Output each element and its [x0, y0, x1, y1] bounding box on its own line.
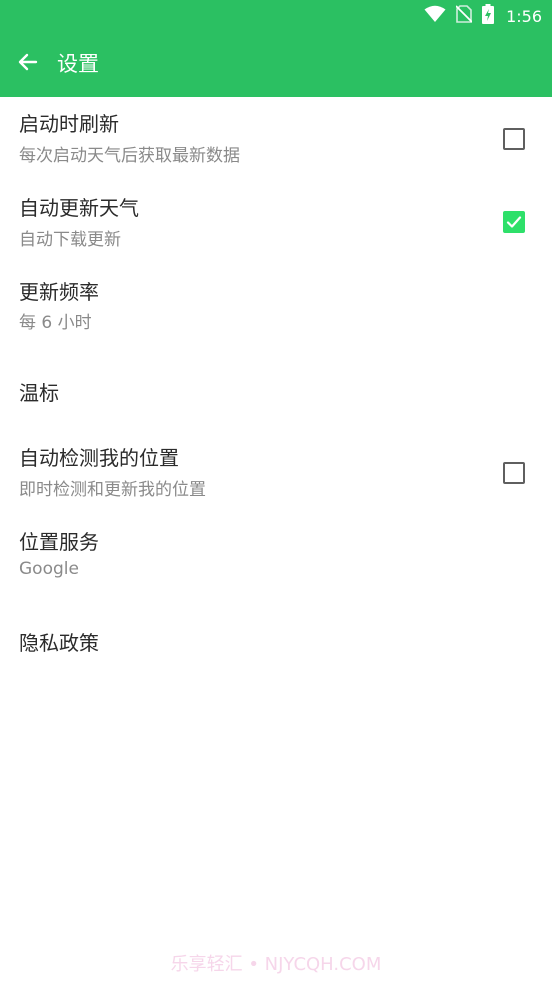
- setting-summary: 每次启动天气后获取最新数据: [19, 146, 240, 166]
- setting-auto-detect-location[interactable]: 自动检测我的位置 即时检测和更新我的位置: [0, 431, 552, 515]
- auto-update-checkbox[interactable]: [503, 211, 525, 233]
- watermark: 乐享轻汇 • NJYCQH.COM: [170, 954, 382, 975]
- status-icons: 1:56: [424, 4, 542, 28]
- setting-title: 自动更新天气: [19, 196, 139, 220]
- page-title: 设置: [57, 52, 99, 76]
- back-button[interactable]: [6, 42, 50, 86]
- setting-title: 自动检测我的位置: [19, 446, 179, 470]
- setting-title: 位置服务: [19, 530, 99, 554]
- toolbar: 设置: [0, 32, 552, 97]
- no-sim-icon: [455, 5, 473, 27]
- setting-title: 隐私政策: [19, 631, 99, 655]
- status-bar: 1:56: [0, 0, 552, 32]
- wifi-icon: [424, 5, 446, 27]
- status-time: 1:56: [506, 6, 542, 26]
- setting-summary: Google: [19, 559, 79, 579]
- check-icon: [506, 216, 522, 228]
- auto-detect-location-checkbox[interactable]: [503, 462, 525, 484]
- battery-charging-icon: [482, 4, 495, 28]
- setting-location-service[interactable]: 位置服务 Google: [0, 515, 552, 599]
- setting-summary: 即时检测和更新我的位置: [19, 480, 206, 500]
- setting-summary: 每 6 小时: [19, 313, 92, 333]
- setting-auto-update[interactable]: 自动更新天气 自动下载更新: [0, 181, 552, 265]
- setting-title: 温标: [19, 381, 59, 405]
- setting-refresh-on-start[interactable]: 启动时刷新 每次启动天气后获取最新数据: [0, 97, 552, 181]
- setting-summary: 自动下载更新: [19, 230, 121, 250]
- refresh-on-start-checkbox[interactable]: [503, 128, 525, 150]
- setting-privacy-policy[interactable]: 隐私政策: [0, 599, 552, 681]
- setting-temperature-scale[interactable]: 温标: [0, 349, 552, 431]
- setting-title: 启动时刷新: [19, 112, 119, 136]
- arrow-left-icon: [16, 50, 40, 78]
- setting-update-frequency[interactable]: 更新频率 每 6 小时: [0, 265, 552, 349]
- setting-title: 更新频率: [19, 280, 99, 304]
